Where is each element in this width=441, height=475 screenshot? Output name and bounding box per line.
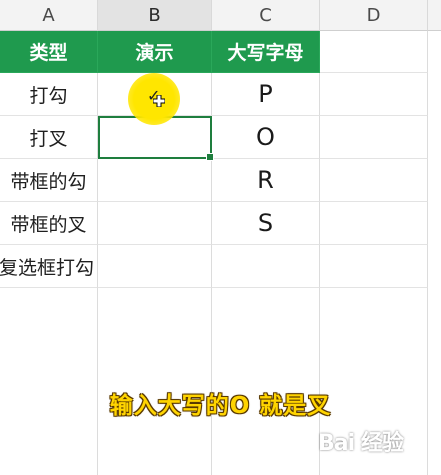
spreadsheet: A B C D 类型 演示 大写字母 打勾 P 打叉 O 带框的勾 R 带框的叉…	[0, 0, 441, 475]
cursor-cross-icon	[153, 95, 165, 107]
header-cell-demo[interactable]: 演示	[98, 31, 212, 73]
cell-d6[interactable]	[320, 245, 428, 288]
column-header-b[interactable]: B	[98, 0, 212, 31]
cell-empty[interactable]	[0, 288, 98, 475]
cell-letter[interactable]: P	[212, 73, 320, 116]
cell-d2[interactable]	[320, 73, 428, 116]
cell-type[interactable]: 带框的叉	[0, 202, 98, 245]
cell-d1[interactable]	[320, 31, 428, 73]
column-header-a[interactable]: A	[0, 0, 98, 31]
column-header-c[interactable]: C	[212, 0, 320, 31]
column-header-e[interactable]	[428, 0, 441, 31]
cell-d3[interactable]	[320, 116, 428, 159]
cell-demo[interactable]	[98, 159, 212, 202]
column-header-d[interactable]: D	[320, 0, 428, 31]
cell-demo[interactable]	[98, 245, 212, 288]
baidu-watermark: Bai 经验	[318, 431, 404, 456]
cell-letter[interactable]: S	[212, 202, 320, 245]
cell-d5[interactable]	[320, 202, 428, 245]
cell-type[interactable]: 带框的勾	[0, 159, 98, 202]
cell-demo[interactable]	[98, 202, 212, 245]
cell-d4[interactable]	[320, 159, 428, 202]
cell-type[interactable]: 打勾	[0, 73, 98, 116]
cell-letter[interactable]: O	[212, 116, 320, 159]
cell-type[interactable]: 复选框打勾	[0, 245, 98, 288]
header-cell-type[interactable]: 类型	[0, 31, 98, 73]
cell-letter[interactable]	[212, 245, 320, 288]
cell-letter[interactable]: R	[212, 159, 320, 202]
cell-type[interactable]: 打叉	[0, 116, 98, 159]
header-cell-letter[interactable]: 大写字母	[212, 31, 320, 73]
cell-empty[interactable]	[98, 288, 212, 475]
